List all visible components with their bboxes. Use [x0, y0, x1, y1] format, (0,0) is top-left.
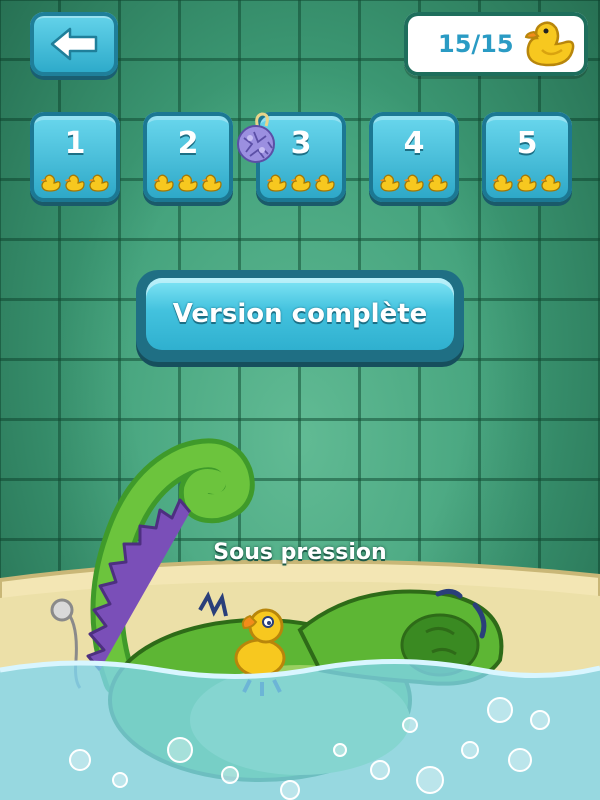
level-number: 5: [516, 126, 538, 161]
level-number: 2: [177, 126, 199, 161]
loofah-icon: [237, 112, 275, 163]
rubber-duck-icon: [516, 174, 538, 192]
rubber-duck-icon: [379, 174, 401, 192]
level-button-4[interactable]: 4: [369, 112, 459, 202]
rubber-duck-icon: [492, 174, 514, 192]
rubber-duck-icon: [88, 174, 110, 192]
bathtub-scene-illustration: [0, 438, 600, 800]
level-button-5[interactable]: 5: [482, 112, 572, 202]
rubber-duck-icon: [540, 174, 562, 192]
level-duck-rating: [482, 174, 572, 192]
rubber-duck-icon: [314, 174, 336, 192]
full-version-button[interactable]: Version complète: [136, 270, 464, 362]
back-button[interactable]: [30, 12, 118, 76]
level-duck-rating: [143, 174, 233, 192]
rubber-duck-icon: [427, 174, 449, 192]
rubber-duck-icon: [153, 174, 175, 192]
full-version-label: Version complète: [172, 299, 428, 329]
rubber-duck-icon: [177, 174, 199, 192]
score-text: 15/15: [438, 30, 514, 58]
rubber-duck-icon: [266, 174, 288, 192]
rubber-duck-icon: [201, 174, 223, 192]
rubber-duck-icon: [403, 174, 425, 192]
rubber-duck-icon: [64, 174, 86, 192]
level-button-1[interactable]: 1: [30, 112, 120, 202]
level-duck-rating: [256, 174, 346, 192]
left-arrow-icon: [50, 27, 98, 61]
chapter-title: Sous pression: [213, 540, 387, 565]
duck-score-counter: 15/15: [404, 12, 588, 76]
rubber-duck-icon: [290, 174, 312, 192]
rubber-duck-icon: [524, 21, 575, 67]
level-button-2[interactable]: 2: [143, 112, 233, 202]
level-duck-rating: [30, 174, 120, 192]
rubber-duck-icon: [40, 174, 62, 192]
level-number: 1: [64, 126, 86, 161]
level-number: 4: [403, 126, 425, 161]
level-duck-rating: [369, 174, 459, 192]
full-version-button-face: Version complète: [146, 278, 454, 350]
